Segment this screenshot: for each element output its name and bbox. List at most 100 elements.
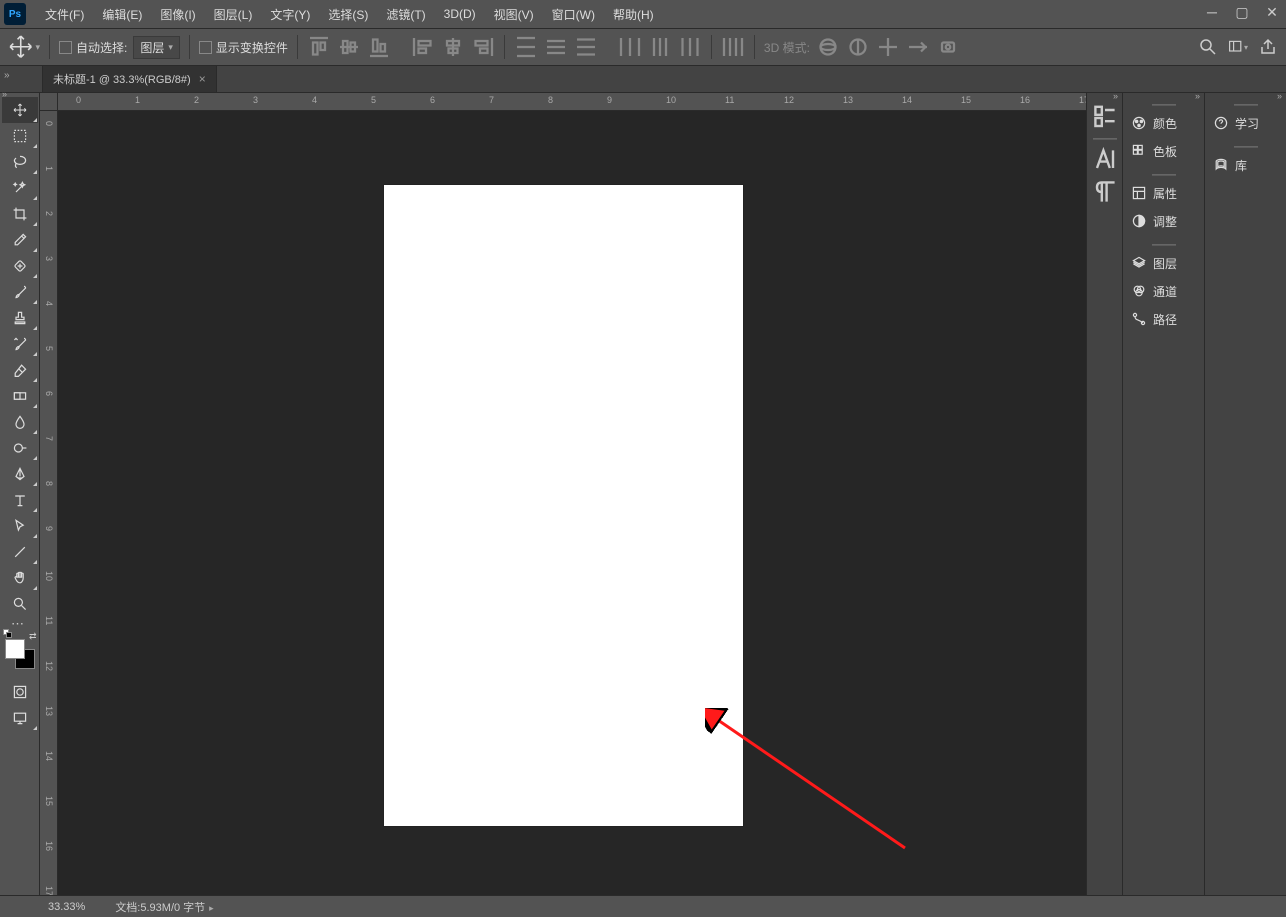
zoom-level[interactable]: 33.33% (48, 901, 85, 913)
chevron-right-icon: ▸ (209, 903, 214, 913)
align-top-icon[interactable] (307, 35, 331, 59)
panel-column-2: » 颜色 色板 属性 调整 图层 通道 路径 (1122, 93, 1204, 895)
window-close-icon[interactable]: ✕ (1264, 4, 1280, 20)
menu-file[interactable]: 文件(F) (36, 6, 93, 23)
menu-image[interactable]: 图像(I) (151, 6, 204, 23)
mode-3d-label: 3D 模式: (764, 39, 810, 56)
workspace-switcher-icon[interactable]: ▾ (1228, 37, 1248, 57)
zoom-tool[interactable] (2, 591, 38, 617)
stamp-tool[interactable] (2, 305, 38, 331)
ruler-horizontal[interactable]: 01234567891011121314151617 (58, 93, 1086, 111)
channels-panel-button[interactable]: 通道 (1123, 277, 1204, 305)
eraser-tool[interactable] (2, 357, 38, 383)
share-icon[interactable] (1258, 37, 1278, 57)
color-swatches[interactable]: ⇄ (5, 639, 35, 669)
menu-3d[interactable]: 3D(D) (435, 7, 485, 21)
learn-panel-button[interactable]: 学习 (1205, 109, 1286, 137)
panel-column-3: » 学习 库 (1204, 93, 1286, 895)
collapsed-panel-column-1: » (1086, 93, 1122, 895)
type-tool[interactable] (2, 487, 38, 513)
lasso-tool[interactable] (2, 149, 38, 175)
status-bar: 33.33% 文档:5.93M/0 字节▸ (0, 895, 1286, 917)
swatches-panel-button[interactable]: 色板 (1123, 137, 1204, 165)
marquee-tool[interactable] (2, 123, 38, 149)
libraries-panel-button[interactable]: 库 (1205, 151, 1286, 179)
options-bar: ▾ 自动选择: 图层▾ 显示变换控件 3D 模式: ▾ (0, 29, 1286, 66)
document-canvas[interactable] (384, 185, 743, 826)
canvas-area[interactable]: 01234567891011121314151617 0123456789101… (40, 93, 1086, 895)
history-panel-icon[interactable] (1089, 103, 1121, 133)
menu-type[interactable]: 文字(Y) (261, 6, 319, 23)
shape-tool[interactable] (2, 539, 38, 565)
align-vcenter-icon[interactable] (337, 35, 361, 59)
properties-panel-button[interactable]: 属性 (1123, 179, 1204, 207)
magic-wand-tool[interactable] (2, 175, 38, 201)
panel-expand-icon[interactable]: » (1195, 91, 1200, 101)
menu-filter[interactable]: 滤镜(T) (377, 6, 434, 23)
auto-select-target-dropdown[interactable]: 图层▾ (133, 36, 180, 59)
window-minimize-icon[interactable]: ─ (1204, 4, 1220, 20)
paths-panel-button[interactable]: 路径 (1123, 305, 1204, 333)
search-icon[interactable] (1198, 37, 1218, 57)
quick-mask-icon[interactable] (2, 679, 38, 705)
app-logo: Ps (4, 3, 26, 25)
dodge-tool[interactable] (2, 435, 38, 461)
blur-tool[interactable] (2, 409, 38, 435)
menu-help[interactable]: 帮助(H) (604, 6, 663, 23)
window-maximize-icon[interactable]: ▢ (1234, 4, 1250, 20)
panel-expand-icon[interactable]: » (1113, 91, 1118, 101)
menu-select[interactable]: 选择(S) (319, 6, 377, 23)
3d-orbit-icon[interactable] (816, 35, 840, 59)
close-tab-icon[interactable]: × (199, 72, 206, 86)
path-selection-tool[interactable] (2, 513, 38, 539)
auto-select-checkbox[interactable]: 自动选择: (59, 39, 127, 56)
swap-colors-icon[interactable]: ⇄ (29, 631, 37, 642)
menu-view[interactable]: 视图(V) (485, 6, 543, 23)
ruler-vertical[interactable]: 01234567891011121314151617 (40, 111, 58, 895)
tool-palette: » ⋯ ⇄ (0, 93, 40, 895)
hand-tool[interactable] (2, 565, 38, 591)
menu-bar: Ps 文件(F) 编辑(E) 图像(I) 图层(L) 文字(Y) 选择(S) 滤… (0, 0, 1286, 29)
3d-roll-icon[interactable] (846, 35, 870, 59)
move-tool[interactable] (2, 97, 38, 123)
crop-tool[interactable] (2, 201, 38, 227)
brush-tool[interactable] (2, 279, 38, 305)
show-transform-checkbox[interactable]: 显示变换控件 (199, 39, 288, 56)
align-more-icon[interactable] (721, 35, 745, 59)
color-panel-button[interactable]: 颜色 (1123, 109, 1204, 137)
foreground-color-swatch[interactable] (5, 639, 25, 659)
screen-mode-icon[interactable] (2, 705, 38, 731)
panel-expand-icon[interactable]: » (1277, 91, 1282, 101)
layers-panel-button[interactable]: 图层 (1123, 249, 1204, 277)
chevron-down-icon: ▾ (168, 42, 173, 53)
distribute-vcenter-icon[interactable] (544, 35, 568, 59)
paragraph-panel-icon[interactable] (1089, 177, 1121, 207)
distribute-right-icon[interactable] (678, 35, 702, 59)
distribute-top-icon[interactable] (514, 35, 538, 59)
align-right-icon[interactable] (471, 35, 495, 59)
align-left-icon[interactable] (411, 35, 435, 59)
ruler-origin[interactable] (40, 93, 58, 111)
distribute-bottom-icon[interactable] (574, 35, 598, 59)
distribute-hcenter-icon[interactable] (648, 35, 672, 59)
document-info[interactable]: 文档:5.93M/0 字节▸ (115, 899, 213, 915)
3d-zoom-icon[interactable] (936, 35, 960, 59)
distribute-left-icon[interactable] (618, 35, 642, 59)
gradient-tool[interactable] (2, 383, 38, 409)
3d-slide-icon[interactable] (906, 35, 930, 59)
eyedropper-tool[interactable] (2, 227, 38, 253)
tabbar-expand-icon[interactable]: » (4, 70, 10, 81)
align-hcenter-icon[interactable] (441, 35, 465, 59)
pen-tool[interactable] (2, 461, 38, 487)
3d-pan-icon[interactable] (876, 35, 900, 59)
history-brush-tool[interactable] (2, 331, 38, 357)
default-colors-icon[interactable] (3, 629, 11, 637)
document-tab[interactable]: 未标题-1 @ 33.3%(RGB/8#) × (42, 65, 217, 92)
healing-brush-tool[interactable] (2, 253, 38, 279)
adjustments-panel-button[interactable]: 调整 (1123, 207, 1204, 235)
align-bottom-icon[interactable] (367, 35, 391, 59)
menu-layer[interactable]: 图层(L) (205, 6, 262, 23)
character-panel-icon[interactable] (1089, 145, 1121, 175)
menu-window[interactable]: 窗口(W) (543, 6, 604, 23)
menu-edit[interactable]: 编辑(E) (93, 6, 151, 23)
